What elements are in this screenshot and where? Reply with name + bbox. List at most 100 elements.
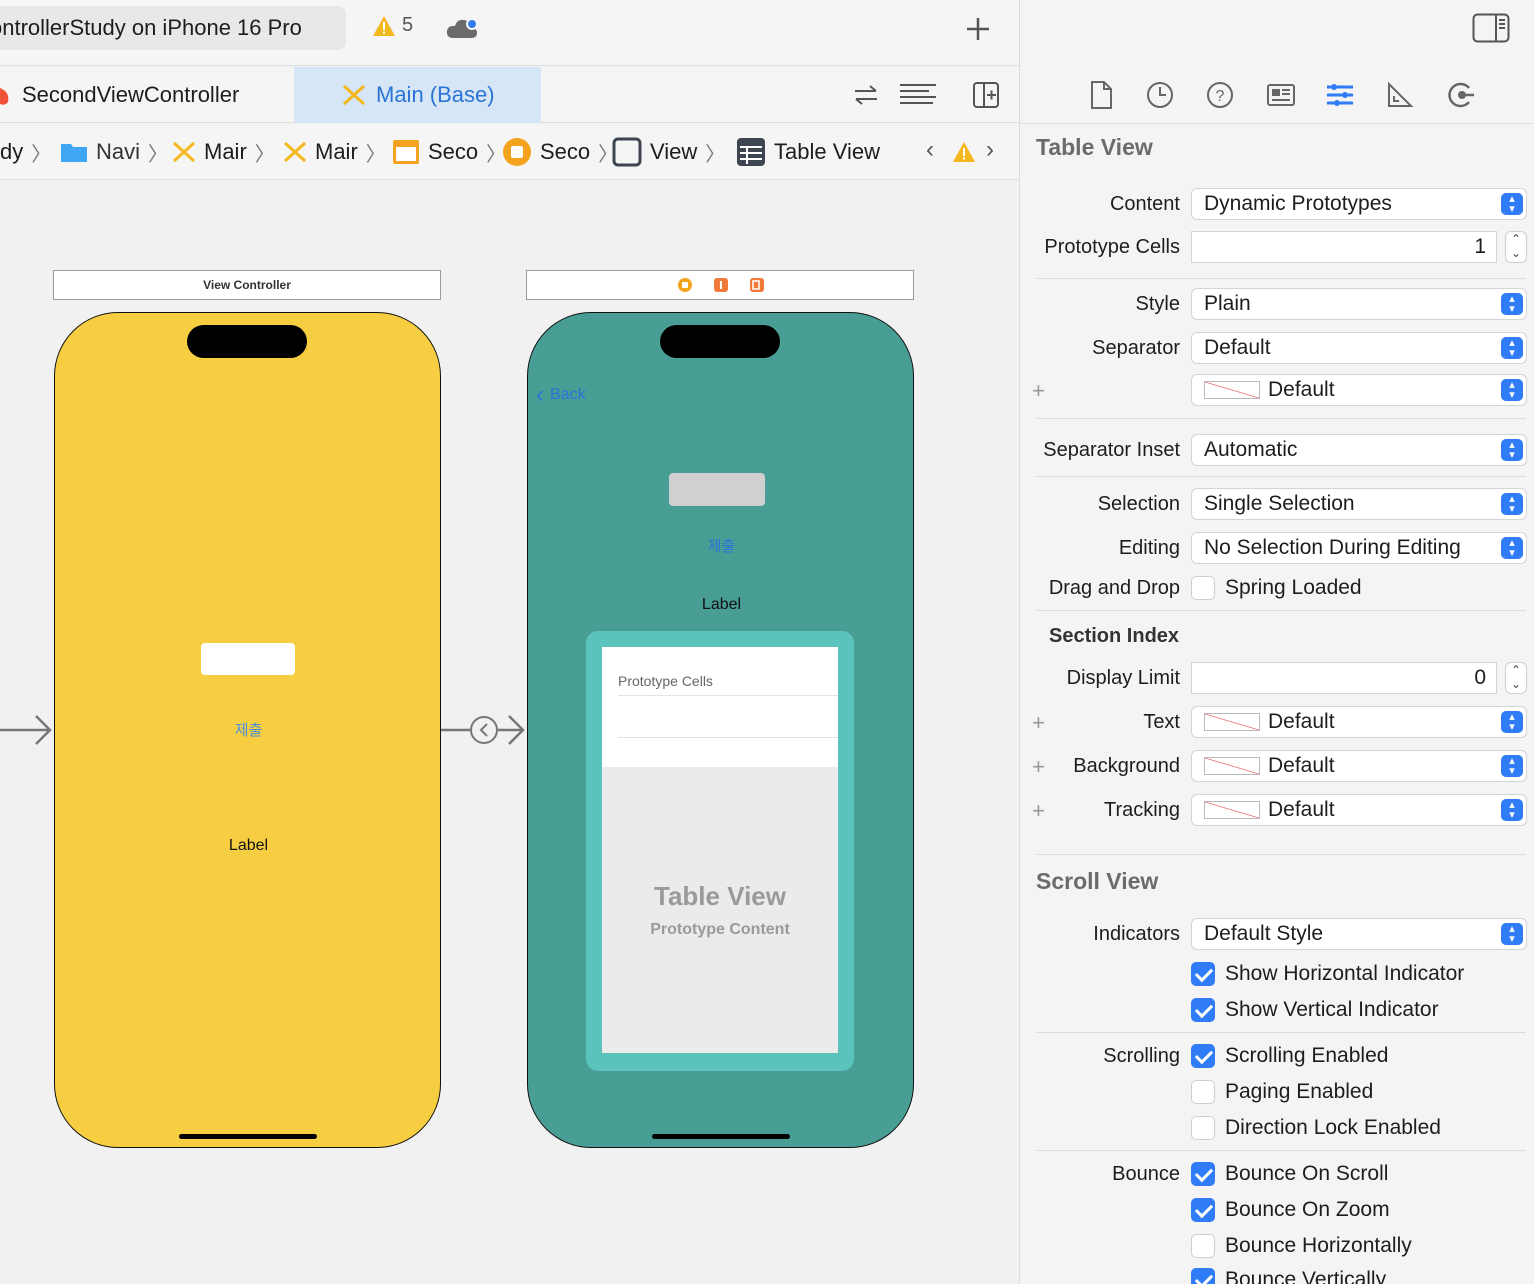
breadcrumb-item[interactable]: Seco 〉 [502,124,618,180]
show-vertical-indicator-checkbox[interactable]: Show Vertical Indicator [1191,996,1439,1024]
scheme-label: ontrollerStudy on iPhone 16 Pro [0,15,302,40]
checkbox[interactable] [1191,1162,1215,1186]
popup-arrows-icon: ▴ ▾ [1501,379,1523,401]
breadcrumb-item[interactable]: Seco 〉 [392,124,506,180]
swap-icon[interactable] [852,83,880,107]
add-variation-icon[interactable]: + [1032,378,1045,404]
minimap-icon[interactable] [899,83,937,107]
content-popup[interactable]: Dynamic Prototypes ▴ ▾ [1191,188,1527,220]
scene-dock[interactable] [526,270,914,300]
tracking-color-popup[interactable]: Default ▴ ▾ [1191,794,1527,826]
text-color-label: Text [1143,711,1180,733]
add-variation-icon[interactable]: + [1032,710,1045,736]
scheme-selector[interactable]: ontrollerStudy on iPhone 16 Pro [0,6,346,50]
separator-inset-label: Separator Inset [1043,439,1180,461]
checkbox[interactable] [1191,1116,1215,1140]
checkbox[interactable] [1191,1268,1215,1284]
popup-arrows-icon: ▴ ▾ [1501,537,1523,559]
color-swatch [1204,757,1260,776]
breadcrumb-item[interactable]: Navi 〉 [60,124,168,180]
help-inspector-icon[interactable]: ? [1205,80,1235,110]
attributes-inspector-icon[interactable] [1325,80,1355,110]
checkbox[interactable] [1191,998,1215,1022]
file-inspector-icon[interactable] [1086,80,1116,110]
breadcrumb-item[interactable]: View 〉 [612,124,725,180]
text-color-popup[interactable]: Default ▴ ▾ [1191,706,1527,738]
dynamic-island [660,325,780,358]
checkbox[interactable] [1191,962,1215,986]
text-field[interactable] [201,643,295,675]
second-view-controller-scene[interactable]: ‹ Back 제출 Label Prototype Cells Table Vi… [527,312,914,1148]
tab-main-base[interactable]: Main (Base) [294,67,541,123]
prototype-cells-field[interactable]: 1 [1191,231,1497,263]
selection-popup[interactable]: Single Selection ▴ ▾ [1191,488,1527,520]
entry-point-arrow[interactable] [0,712,54,748]
chevron-right-icon: 〉 [254,143,275,166]
checkbox[interactable] [1191,1044,1215,1068]
spring-loaded-checkbox[interactable]: Spring Loaded [1191,574,1362,602]
style-popup[interactable]: Plain ▴ ▾ [1191,288,1527,320]
nav-back-icon[interactable]: ‹ [926,136,934,164]
checkbox[interactable] [1191,576,1215,600]
bounce-vertically-checkbox[interactable]: Bounce Vertically [1191,1266,1386,1284]
prototype-cells-stepper[interactable]: ⌃ ⌄ [1505,231,1527,263]
dynamic-island [187,325,307,358]
table-view[interactable]: Prototype Cells Table View Prototype Con… [602,647,838,1053]
paging-enabled-checkbox[interactable]: Paging Enabled [1191,1078,1373,1106]
warning-indicator[interactable]: 5 [372,14,413,37]
cloud-icon[interactable] [445,16,481,40]
display-limit-field[interactable]: 0 [1191,662,1497,694]
bounce-horizontally-checkbox[interactable]: Bounce Horizontally [1191,1232,1412,1260]
separator-inset-popup[interactable]: Automatic ▴ ▾ [1191,434,1527,466]
history-inspector-icon[interactable] [1145,80,1175,110]
text-field[interactable] [669,473,765,506]
checkbox[interactable] [1191,1234,1215,1258]
scrolling-enabled-checkbox[interactable]: Scrolling Enabled [1191,1042,1388,1070]
color-swatch [1204,381,1260,400]
breadcrumb-item[interactable]: Mair 〉 [172,124,275,180]
divider [1036,476,1526,477]
breadcrumb-item[interactable]: Table View [736,124,880,180]
breadcrumb-item[interactable]: dy 〉 [0,124,51,180]
bounce-on-scroll-checkbox[interactable]: Bounce On Scroll [1191,1160,1388,1188]
identity-inspector-icon[interactable] [1266,80,1296,110]
nav-forward-icon[interactable]: › [986,136,994,164]
checkbox[interactable] [1191,1198,1215,1222]
separator-popup[interactable]: Default ▴ ▾ [1191,332,1527,364]
segue-arrow[interactable] [441,712,527,748]
breadcrumb-item[interactable]: Mair 〉 [283,124,386,180]
view-controller-scene[interactable]: 제출 Label [54,312,441,1148]
checkbox[interactable] [1191,1080,1215,1104]
attributes-inspector: ? Table View Content Dynamic Prototypes … [1019,0,1534,1284]
table-view-section-header: Table View [1036,134,1153,160]
indicators-popup[interactable]: Default Style ▴ ▾ [1191,918,1527,950]
warning-icon[interactable] [952,141,976,163]
connections-inspector-icon[interactable] [1446,80,1476,110]
storyboard-icon [283,141,307,163]
add-icon[interactable] [964,15,992,43]
view-controller-icon [503,138,531,166]
label: Label [228,837,269,854]
editor-area: ontrollerStudy on iPhone 16 Pro 5 Second… [0,0,1019,1284]
table-view-selection[interactable]: Prototype Cells Table View Prototype Con… [586,631,854,1071]
toggle-inspector-icon[interactable] [1472,13,1510,43]
submit-button[interactable]: 제출 [528,535,913,556]
separator-color-popup[interactable]: Default ▴ ▾ [1191,374,1527,406]
tracking-color-label: Tracking [1104,799,1180,821]
size-inspector-icon[interactable] [1385,80,1415,110]
background-color-popup[interactable]: Default ▴ ▾ [1191,750,1527,782]
show-horizontal-indicator-checkbox[interactable]: Show Horizontal Indicator [1191,960,1464,988]
bounce-on-zoom-checkbox[interactable]: Bounce On Zoom [1191,1196,1390,1224]
add-variation-icon[interactable]: + [1032,754,1045,780]
divider [618,737,838,738]
split-editor-icon[interactable] [972,81,1000,109]
color-swatch [1204,801,1260,820]
direction-lock-checkbox[interactable]: Direction Lock Enabled [1191,1114,1441,1142]
tab-second-view-controller[interactable]: SecondViewController [0,67,294,123]
scene-title-bar[interactable]: View Controller [53,270,441,300]
editing-popup[interactable]: No Selection During Editing ▴ ▾ [1191,532,1527,564]
add-variation-icon[interactable]: + [1032,798,1045,824]
display-limit-stepper[interactable]: ⌃ ⌄ [1505,662,1527,694]
submit-button[interactable]: 제출 [55,719,440,740]
back-button[interactable]: ‹ Back [536,381,586,409]
